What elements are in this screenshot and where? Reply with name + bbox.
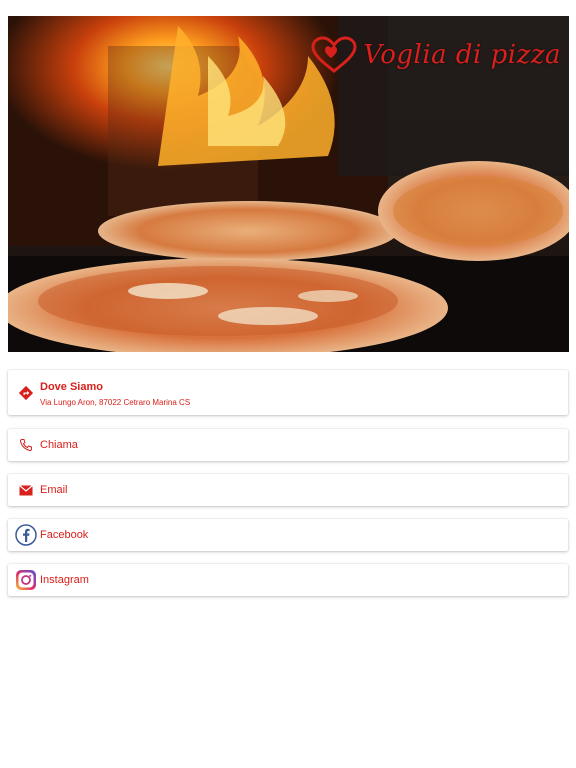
call-button[interactable]: Chiama (8, 429, 568, 461)
brand-name: Voglia di pizza (363, 40, 561, 70)
address-card[interactable]: Dove Siamo Via Lungo Aron, 87022 Cetraro… (8, 370, 568, 415)
phone-icon (12, 431, 40, 459)
facebook-button[interactable]: Facebook (8, 519, 568, 551)
hero-image: Voglia di pizza (8, 16, 569, 352)
brand-logo: Voglia di pizza (311, 36, 561, 74)
status-bar (0, 0, 576, 8)
instagram-button[interactable]: Instagram (8, 564, 568, 596)
mail-icon (12, 476, 40, 504)
facebook-icon (12, 521, 40, 549)
call-label: Chiama (40, 439, 78, 451)
email-button[interactable]: Email (8, 474, 568, 506)
directions-icon (12, 379, 40, 407)
address-title: Dove Siamo (40, 380, 103, 393)
address-text: Via Lungo Aron, 87022 Cetraro Marina CS (40, 397, 191, 407)
facebook-label: Facebook (40, 529, 89, 541)
email-label: Email (40, 484, 68, 496)
instagram-label: Instagram (40, 574, 89, 586)
instagram-icon (12, 566, 40, 594)
heart-logo-icon (311, 36, 357, 73)
